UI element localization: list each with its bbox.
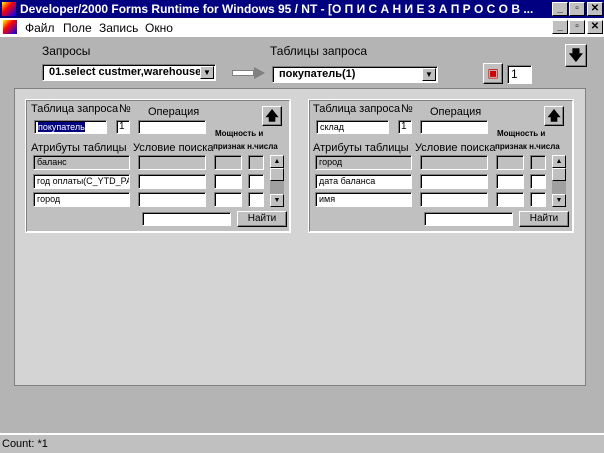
sign-field[interactable] xyxy=(530,155,546,170)
operation-label: Операция xyxy=(148,106,200,118)
arrow-right-icon xyxy=(232,70,254,76)
doc-icon xyxy=(3,20,17,34)
sign-field[interactable] xyxy=(248,155,264,170)
title-bar: Developer/2000 Forms Runtime for Windows… xyxy=(0,0,604,18)
down-button[interactable]: 🡇 xyxy=(565,44,587,67)
restore-button[interactable]: ▫ xyxy=(569,2,585,16)
attribute-field[interactable]: баланс xyxy=(33,155,130,170)
attribute-field[interactable]: год оплаты(C_YTD_PAY xyxy=(33,174,130,189)
power-label: Мощность и xyxy=(215,129,264,138)
attribute-field[interactable]: имя xyxy=(315,192,412,207)
table-select[interactable]: покупатель(1) ▼ xyxy=(272,66,438,83)
operation-label: Операция xyxy=(430,106,482,118)
menu-window[interactable]: Окно xyxy=(145,21,173,35)
condition-label: Условие поиска xyxy=(133,142,214,154)
condition-field[interactable] xyxy=(420,192,488,207)
condition-field[interactable] xyxy=(138,192,206,207)
condition-field[interactable] xyxy=(138,155,206,170)
attribute-field[interactable]: город xyxy=(33,192,130,207)
query-value: 01.select custmer,warehouse xyxy=(49,66,202,78)
power-field[interactable] xyxy=(496,192,524,207)
table-name-field[interactable]: покупатель xyxy=(34,120,107,134)
count-field[interactable]: 1 xyxy=(507,65,532,84)
no-field[interactable]: 1 xyxy=(116,120,130,134)
copy-icon: ▣ xyxy=(487,66,499,80)
copy-button[interactable]: ▣ xyxy=(483,63,503,84)
menu-field[interactable]: Поле xyxy=(63,21,92,35)
doc-restore-button[interactable]: ▫ xyxy=(569,20,585,34)
sign-label: признак н.числа xyxy=(213,142,278,151)
table-name-value: склад xyxy=(320,122,345,132)
scroll-thumb[interactable] xyxy=(552,168,566,181)
power-field[interactable] xyxy=(214,155,242,170)
search-field[interactable] xyxy=(424,212,513,226)
scroll-up-icon[interactable]: ▲ xyxy=(552,155,566,168)
attrs-label: Атрибуты таблицы xyxy=(31,142,127,154)
arrow-up-icon: 🡅 xyxy=(265,108,279,123)
window-title: Developer/2000 Forms Runtime for Windows… xyxy=(20,2,534,16)
rows-scrollbar[interactable]: ▲ ▼ xyxy=(270,155,284,207)
rows-scrollbar[interactable]: ▲ ▼ xyxy=(552,155,566,207)
query-select[interactable]: 01.select custmer,warehouse ▼ xyxy=(42,64,216,81)
status-bar: Count: *1 xyxy=(0,433,604,453)
find-button[interactable]: Найти xyxy=(237,211,287,227)
no-label: № xyxy=(401,103,413,115)
scroll-down-icon[interactable]: ▼ xyxy=(552,194,566,207)
power-field[interactable] xyxy=(496,174,524,189)
table-label: Таблица запроса xyxy=(31,103,119,115)
doc-minimize-button[interactable]: _ xyxy=(552,20,568,34)
attrs-label: Атрибуты таблицы xyxy=(313,142,409,154)
operation-field[interactable] xyxy=(138,120,206,134)
table-name-value: покупатель xyxy=(38,122,85,132)
power-field[interactable] xyxy=(214,192,242,207)
sign-label: признак н.числа xyxy=(495,142,560,151)
no-field[interactable]: 1 xyxy=(398,120,412,134)
condition-field[interactable] xyxy=(420,174,488,189)
attribute-field[interactable]: город xyxy=(315,155,412,170)
scroll-down-icon[interactable]: ▼ xyxy=(270,194,284,207)
scroll-up-icon[interactable]: ▲ xyxy=(270,155,284,168)
arrow-up-icon: 🡅 xyxy=(547,108,561,123)
find-button[interactable]: Найти xyxy=(519,211,569,227)
operation-field[interactable] xyxy=(420,120,488,134)
chevron-down-icon[interactable]: ▼ xyxy=(200,66,214,79)
condition-field[interactable] xyxy=(138,174,206,189)
power-field[interactable] xyxy=(214,174,242,189)
sign-field[interactable] xyxy=(248,192,264,207)
sign-field[interactable] xyxy=(530,192,546,207)
table-name-field[interactable]: склад xyxy=(316,120,389,134)
menu-bar: Файл Поле Запись Окно _ ▫ ✕ xyxy=(0,18,604,37)
doc-close-button[interactable]: ✕ xyxy=(587,20,603,34)
sign-field[interactable] xyxy=(530,174,546,189)
arrow-down-icon: 🡇 xyxy=(568,47,584,63)
queries-label: Запросы xyxy=(42,44,91,58)
minimize-button[interactable]: _ xyxy=(552,2,568,16)
search-field[interactable] xyxy=(142,212,231,226)
menu-record[interactable]: Запись xyxy=(99,21,138,35)
attribute-field[interactable]: дата баланса xyxy=(315,174,412,189)
table-value: покупатель(1) xyxy=(279,68,356,80)
condition-field[interactable] xyxy=(420,155,488,170)
scroll-thumb[interactable] xyxy=(270,168,284,181)
sign-field[interactable] xyxy=(248,174,264,189)
power-field[interactable] xyxy=(496,155,524,170)
app-icon xyxy=(2,2,16,16)
arrow-head-icon xyxy=(254,67,265,79)
up-button[interactable]: 🡅 xyxy=(544,106,564,126)
power-label: Мощность и xyxy=(497,129,546,138)
menu-file[interactable]: Файл xyxy=(25,21,55,35)
tables-label: Таблицы запроса xyxy=(270,44,368,58)
table-label: Таблица запроса xyxy=(313,103,401,115)
up-button[interactable]: 🡅 xyxy=(262,106,282,126)
condition-label: Условие поиска xyxy=(415,142,496,154)
status-text: Count: *1 xyxy=(2,438,48,450)
no-label: № xyxy=(119,103,131,115)
chevron-down-icon[interactable]: ▼ xyxy=(422,68,436,81)
close-button[interactable]: ✕ xyxy=(587,2,603,16)
